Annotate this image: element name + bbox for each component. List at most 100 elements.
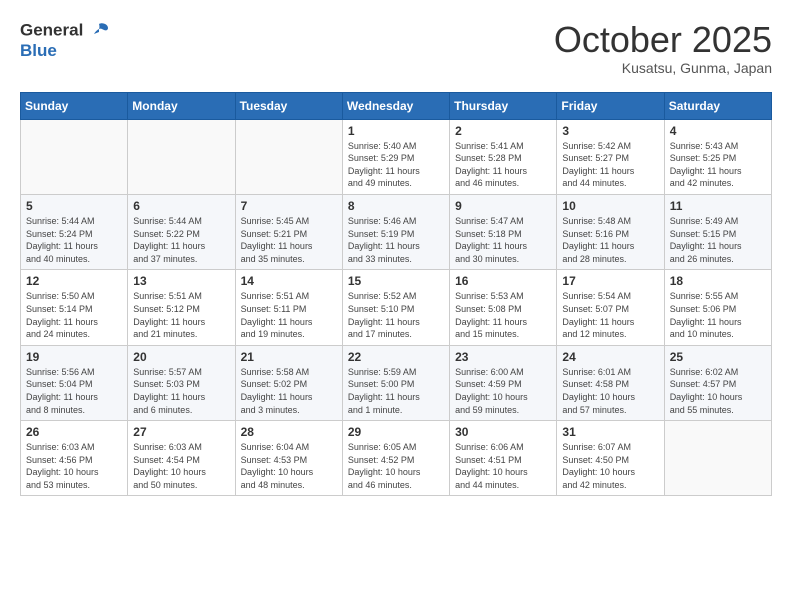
day-info: Sunrise: 5:51 AM Sunset: 5:12 PM Dayligh… — [133, 290, 229, 340]
calendar-cell: 10 Sunrise: 5:48 AM Sunset: 5:16 PM Dayli… — [557, 194, 664, 269]
day-number: 4 — [670, 124, 766, 138]
calendar-cell: 12Sunrise: 5:50 AM Sunset: 5:14 PM Dayli… — [21, 270, 128, 345]
calendar-cell: 26 Sunrise: 6:03 AM Sunset: 4:56 PM Dayli… — [21, 421, 128, 496]
day-info: Sunrise: 5:46 AM Sunset: 5:19 PM Dayligh… — [348, 215, 444, 265]
weekday-header: Saturday — [664, 92, 771, 119]
calendar-cell: 28 Sunrise: 6:04 AM Sunset: 4:53 PM Dayli… — [235, 421, 342, 496]
location-subtitle: Kusatsu, Gunma, Japan — [554, 60, 772, 76]
day-info: Sunrise: 5:40 AM Sunset: 5:29 PM Dayligh… — [348, 140, 444, 190]
day-info: Sunrise: 5:54 AM Sunset: 5:07 PM Dayligh… — [562, 290, 658, 340]
calendar-cell: 30Sunrise: 6:06 AM Sunset: 4:51 PM Dayli… — [450, 421, 557, 496]
day-info: Sunrise: 5:41 AM Sunset: 5:28 PM Dayligh… — [455, 140, 551, 190]
calendar-header-row: SundayMondayTuesdayWednesdayThursdayFrid… — [21, 92, 772, 119]
day-number: 17 — [562, 274, 658, 288]
logo-bird-icon — [88, 20, 110, 42]
day-number: 2 — [455, 124, 551, 138]
day-number: 19 — [26, 350, 122, 364]
calendar-cell: 20 Sunrise: 5:57 AM Sunset: 5:03 PM Dayli… — [128, 345, 235, 420]
calendar-week-row: 5 Sunrise: 5:44 AM Sunset: 5:24 PM Daylig… — [21, 194, 772, 269]
day-number: 22 — [348, 350, 444, 364]
day-number: 3 — [562, 124, 658, 138]
day-number: 18 — [670, 274, 766, 288]
calendar-cell: 27Sunrise: 6:03 AM Sunset: 4:54 PM Dayli… — [128, 421, 235, 496]
weekday-header: Thursday — [450, 92, 557, 119]
day-info: Sunrise: 5:58 AM Sunset: 5:02 PM Dayligh… — [241, 366, 337, 416]
calendar-cell: 7 Sunrise: 5:45 AM Sunset: 5:21 PM Daylig… — [235, 194, 342, 269]
day-number: 10 — [562, 199, 658, 213]
day-number: 28 — [241, 425, 337, 439]
day-number: 13 — [133, 274, 229, 288]
day-info: Sunrise: 5:44 AM Sunset: 5:24 PM Dayligh… — [26, 215, 122, 265]
logo: General Blue — [20, 20, 110, 61]
day-info: Sunrise: 5:45 AM Sunset: 5:21 PM Dayligh… — [241, 215, 337, 265]
calendar-cell: 25 Sunrise: 6:02 AM Sunset: 4:57 PM Dayli… — [664, 345, 771, 420]
day-info: Sunrise: 6:00 AM Sunset: 4:59 PM Dayligh… — [455, 366, 551, 416]
calendar-cell: 8 Sunrise: 5:46 AM Sunset: 5:19 PM Daylig… — [342, 194, 449, 269]
calendar-cell: 31 Sunrise: 6:07 AM Sunset: 4:50 PM Dayli… — [557, 421, 664, 496]
day-info: Sunrise: 5:43 AM Sunset: 5:25 PM Dayligh… — [670, 140, 766, 190]
day-number: 14 — [241, 274, 337, 288]
calendar-cell: 2 Sunrise: 5:41 AM Sunset: 5:28 PM Daylig… — [450, 119, 557, 194]
day-info: Sunrise: 6:03 AM Sunset: 4:54 PM Dayligh… — [133, 441, 229, 491]
day-info: Sunrise: 5:44 AM Sunset: 5:22 PM Dayligh… — [133, 215, 229, 265]
day-number: 5 — [26, 199, 122, 213]
calendar-cell: 23 Sunrise: 6:00 AM Sunset: 4:59 PM Dayli… — [450, 345, 557, 420]
day-number: 15 — [348, 274, 444, 288]
calendar-cell: 5 Sunrise: 5:44 AM Sunset: 5:24 PM Daylig… — [21, 194, 128, 269]
page-header: General Blue October 2025 Kusatsu, Gunma… — [20, 20, 772, 76]
calendar-week-row: 1 Sunrise: 5:40 AM Sunset: 5:29 PM Daylig… — [21, 119, 772, 194]
day-number: 25 — [670, 350, 766, 364]
calendar-cell: 14Sunrise: 5:51 AM Sunset: 5:11 PM Dayli… — [235, 270, 342, 345]
day-info: Sunrise: 6:07 AM Sunset: 4:50 PM Dayligh… — [562, 441, 658, 491]
calendar-cell: 24 Sunrise: 6:01 AM Sunset: 4:58 PM Dayli… — [557, 345, 664, 420]
day-info: Sunrise: 6:02 AM Sunset: 4:57 PM Dayligh… — [670, 366, 766, 416]
month-title: October 2025 — [554, 20, 772, 60]
calendar-cell: 4 Sunrise: 5:43 AM Sunset: 5:25 PM Daylig… — [664, 119, 771, 194]
calendar-cell — [128, 119, 235, 194]
weekday-header: Monday — [128, 92, 235, 119]
day-number: 31 — [562, 425, 658, 439]
calendar-cell: 13 Sunrise: 5:51 AM Sunset: 5:12 PM Dayli… — [128, 270, 235, 345]
calendar-cell: 18 Sunrise: 5:55 AM Sunset: 5:06 PM Dayli… — [664, 270, 771, 345]
calendar-week-row: 19 Sunrise: 5:56 AM Sunset: 5:04 PM Dayli… — [21, 345, 772, 420]
day-info: Sunrise: 6:03 AM Sunset: 4:56 PM Dayligh… — [26, 441, 122, 491]
day-number: 11 — [670, 199, 766, 213]
weekday-header: Tuesday — [235, 92, 342, 119]
day-info: Sunrise: 5:59 AM Sunset: 5:00 PM Dayligh… — [348, 366, 444, 416]
day-number: 8 — [348, 199, 444, 213]
calendar-cell: 3Sunrise: 5:42 AM Sunset: 5:27 PM Daylig… — [557, 119, 664, 194]
calendar-cell: 15 Sunrise: 5:52 AM Sunset: 5:10 PM Dayli… — [342, 270, 449, 345]
day-number: 24 — [562, 350, 658, 364]
calendar-cell: 21 Sunrise: 5:58 AM Sunset: 5:02 PM Dayli… — [235, 345, 342, 420]
calendar-cell — [664, 421, 771, 496]
day-number: 1 — [348, 124, 444, 138]
day-number: 9 — [455, 199, 551, 213]
day-number: 20 — [133, 350, 229, 364]
day-number: 12 — [26, 274, 122, 288]
day-info: Sunrise: 5:47 AM Sunset: 5:18 PM Dayligh… — [455, 215, 551, 265]
day-number: 16 — [455, 274, 551, 288]
calendar-cell: 19 Sunrise: 5:56 AM Sunset: 5:04 PM Dayli… — [21, 345, 128, 420]
day-number: 29 — [348, 425, 444, 439]
logo-line2: Blue — [20, 42, 110, 61]
calendar-cell — [235, 119, 342, 194]
day-number: 26 — [26, 425, 122, 439]
day-info: Sunrise: 6:05 AM Sunset: 4:52 PM Dayligh… — [348, 441, 444, 491]
day-number: 23 — [455, 350, 551, 364]
logo-line1: General — [20, 20, 110, 42]
day-info: Sunrise: 6:04 AM Sunset: 4:53 PM Dayligh… — [241, 441, 337, 491]
day-info: Sunrise: 5:52 AM Sunset: 5:10 PM Dayligh… — [348, 290, 444, 340]
day-info: Sunrise: 5:56 AM Sunset: 5:04 PM Dayligh… — [26, 366, 122, 416]
day-info: Sunrise: 5:57 AM Sunset: 5:03 PM Dayligh… — [133, 366, 229, 416]
title-block: October 2025 Kusatsu, Gunma, Japan — [554, 20, 772, 76]
day-info: Sunrise: 6:01 AM Sunset: 4:58 PM Dayligh… — [562, 366, 658, 416]
day-info: Sunrise: 5:55 AM Sunset: 5:06 PM Dayligh… — [670, 290, 766, 340]
calendar-cell: 22 Sunrise: 5:59 AM Sunset: 5:00 PM Dayli… — [342, 345, 449, 420]
calendar-cell: 29 Sunrise: 6:05 AM Sunset: 4:52 PM Dayli… — [342, 421, 449, 496]
day-number: 7 — [241, 199, 337, 213]
day-info: Sunrise: 5:53 AM Sunset: 5:08 PM Dayligh… — [455, 290, 551, 340]
calendar-cell: 6Sunrise: 5:44 AM Sunset: 5:22 PM Daylig… — [128, 194, 235, 269]
calendar-week-row: 26 Sunrise: 6:03 AM Sunset: 4:56 PM Dayli… — [21, 421, 772, 496]
day-info: Sunrise: 5:48 AM Sunset: 5:16 PM Dayligh… — [562, 215, 658, 265]
day-number: 21 — [241, 350, 337, 364]
